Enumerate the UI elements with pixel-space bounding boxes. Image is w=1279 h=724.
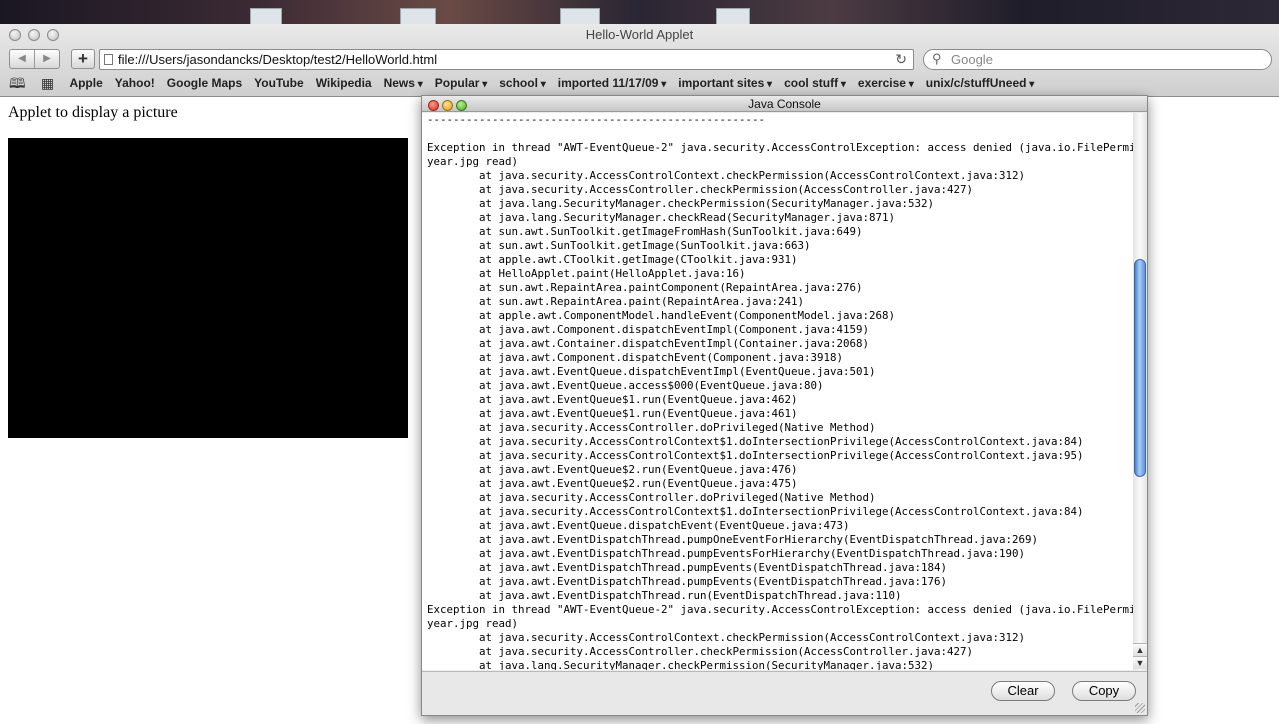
console-line: at java.awt.EventQueue.dispatchEvent(Eve… — [427, 519, 850, 532]
console-line: at java.security.AccessController.doPriv… — [427, 421, 876, 434]
clear-button[interactable]: Clear — [991, 681, 1055, 701]
console-button-bar: Clear Copy — [422, 671, 1147, 715]
bookmark-item[interactable]: Popular — [435, 75, 487, 93]
console-line: at java.awt.EventQueue.dispatchEventImpl… — [427, 365, 876, 378]
console-line: at java.security.AccessController.checkP… — [427, 645, 974, 658]
bookmark-item[interactable]: Apple — [69, 75, 102, 91]
desktop-shape — [400, 8, 436, 24]
bookmarks-bar: 🕮 ▦ Apple Yahoo! Google Maps YouTube Wikiped… — [9, 75, 1046, 93]
copy-button[interactable]: Copy — [1072, 681, 1136, 701]
console-line: at java.lang.SecurityManager.checkRead(S… — [427, 211, 896, 224]
address-bar[interactable]: file:///Users/jasondancks/Desktop/test2/… — [99, 49, 914, 70]
bookmark-item[interactable]: News — [384, 75, 423, 93]
desktop-shape — [250, 8, 282, 24]
console-title: Java Console — [748, 97, 821, 111]
grid-icon[interactable]: ▦ — [41, 75, 54, 91]
console-line: at apple.awt.ComponentModel.handleEvent(… — [427, 309, 896, 322]
console-line: at apple.awt.CToolkit.getImage(CToolkit.… — [427, 253, 798, 266]
console-line: at java.security.AccessControlContext.ch… — [427, 169, 1026, 182]
console-line: year.jpg read) — [427, 155, 519, 168]
console-line: at java.security.AccessControlContext$1.… — [427, 435, 1084, 448]
desktop-background — [0, 0, 1279, 24]
search-input[interactable] — [951, 51, 1251, 68]
desktop-shape — [560, 8, 600, 24]
add-bookmark-button[interactable]: + — [71, 49, 95, 69]
console-line: at sun.awt.RepaintArea.paint(RepaintArea… — [427, 295, 805, 308]
bookmark-item[interactable]: Wikipedia — [316, 75, 372, 91]
page-heading: Applet to display a picture — [8, 104, 178, 121]
console-line: at java.security.AccessControlContext$1.… — [427, 505, 1084, 518]
console-title-bar[interactable]: Java Console — [422, 96, 1147, 112]
java-console-window: Java Console ---------------------------… — [421, 95, 1148, 716]
bookmark-item[interactable]: cool stuff — [784, 75, 846, 93]
console-line: at java.awt.EventDispatchThread.pumpEven… — [427, 575, 948, 588]
scroll-up-arrow-icon[interactable]: ▲ — [1133, 643, 1147, 656]
console-line: at java.awt.EventQueue$1.run(EventQueue.… — [427, 407, 798, 420]
console-line: ----------------------------------------… — [427, 113, 766, 126]
back-arrow-icon[interactable]: ◀ — [10, 50, 34, 68]
console-line: at sun.awt.RepaintArea.paintComponent(Re… — [427, 281, 863, 294]
console-line: at java.security.AccessController.checkP… — [427, 183, 974, 196]
console-line: Exception in thread "AWT-EventQueue-2" j… — [427, 141, 1134, 154]
console-line: at java.security.AccessControlContext$1.… — [427, 449, 1084, 462]
scroll-down-arrow-icon[interactable]: ▼ — [1133, 656, 1147, 669]
console-line: year.jpg read) — [427, 617, 519, 630]
bookmark-item[interactable]: Google Maps — [167, 75, 242, 91]
console-line: at java.awt.EventQueue$2.run(EventQueue.… — [427, 477, 798, 490]
desktop-shape — [716, 8, 750, 24]
bookmark-item[interactable]: important sites — [678, 75, 772, 93]
console-log-area[interactable]: ----------------------------------------… — [422, 113, 1134, 670]
bookmark-item[interactable]: school — [499, 75, 545, 93]
back-forward-buttons: ◀ ▶ — [9, 49, 60, 69]
bookmark-item[interactable]: imported 11/17/09 — [558, 75, 667, 93]
console-line: at java.awt.Component.dispatchEvent(Comp… — [427, 351, 844, 364]
vertical-scrollbar[interactable]: ▲ ▼ — [1133, 113, 1147, 670]
console-line: at java.awt.EventQueue.access$000(EventQ… — [427, 379, 824, 392]
console-line: at java.lang.SecurityManager.checkPermis… — [427, 659, 935, 670]
console-line: at java.awt.EventDispatchThread.run(Even… — [427, 589, 902, 602]
address-url[interactable]: file:///Users/jasondancks/Desktop/test2/… — [118, 52, 437, 67]
reload-icon[interactable]: ↻ — [895, 51, 907, 68]
resize-grip-icon[interactable] — [1135, 703, 1145, 713]
scrollbar-thumb[interactable] — [1134, 259, 1146, 477]
browser-toolbar: Hello-World Applet ◀ ▶ + file:///Users/j… — [0, 24, 1279, 97]
console-line: at java.awt.EventQueue$1.run(EventQueue.… — [427, 393, 798, 406]
console-line: at java.security.AccessControlContext.ch… — [427, 631, 1026, 644]
console-log: ----------------------------------------… — [422, 113, 1133, 670]
bookmark-item[interactable]: exercise — [858, 75, 914, 93]
console-line: at java.awt.EventDispatchThread.pumpOneE… — [427, 533, 1039, 546]
console-line: at java.awt.Component.dispatchEventImpl(… — [427, 323, 870, 336]
console-line: at java.lang.SecurityManager.checkPermis… — [427, 197, 935, 210]
applet-canvas[interactable] — [8, 138, 408, 438]
console-line: at HelloApplet.paint(HelloApplet.java:16… — [427, 267, 746, 280]
console-line: at sun.awt.SunToolkit.getImageFromHash(S… — [427, 225, 863, 238]
console-line: at java.awt.EventDispatchThread.pumpEven… — [427, 561, 948, 574]
console-line: at java.security.AccessController.doPriv… — [427, 491, 876, 504]
page-icon — [104, 54, 113, 65]
console-line: at java.awt.EventDispatchThread.pumpEven… — [427, 547, 1026, 560]
search-field[interactable]: ⚲ — [923, 49, 1272, 70]
console-line: at sun.awt.SunToolkit.getImage(SunToolki… — [427, 239, 811, 252]
open-book-icon[interactable]: 🕮 — [9, 75, 26, 91]
bookmark-item[interactable]: Yahoo! — [115, 75, 155, 91]
bookmark-item[interactable]: YouTube — [254, 75, 304, 91]
forward-arrow-icon[interactable]: ▶ — [34, 50, 59, 68]
console-line: at java.awt.EventQueue$2.run(EventQueue.… — [427, 463, 798, 476]
window-title: Hello-World Applet — [585, 27, 694, 42]
console-line: Exception in thread "AWT-EventQueue-2" j… — [427, 603, 1134, 616]
bookmark-item[interactable]: unix/c/stuffUneed — [926, 75, 1035, 93]
console-line: at java.awt.Container.dispatchEventImpl(… — [427, 337, 870, 350]
search-icon: ⚲ — [932, 51, 942, 66]
